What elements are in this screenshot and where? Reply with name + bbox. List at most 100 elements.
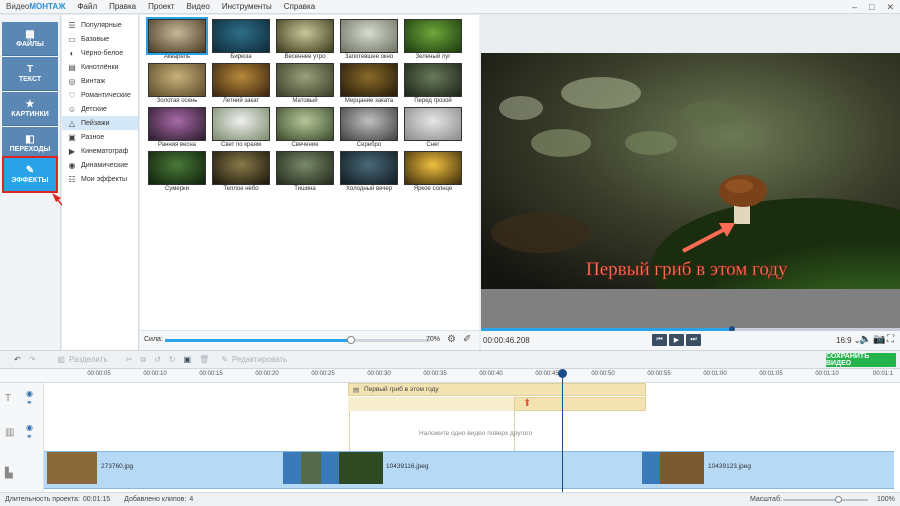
delete-icon[interactable]: 🗑	[199, 355, 209, 364]
zoom-handle[interactable]	[835, 496, 842, 503]
effect-label: Весеннее утро	[284, 54, 326, 60]
image-icon[interactable]: ▣	[184, 355, 192, 364]
edit-button[interactable]: ✎ Редактировать	[221, 355, 287, 364]
link-icon[interactable]: ⚭	[26, 398, 33, 407]
menu-edit[interactable]: Правка	[109, 2, 136, 11]
rotate-right-icon[interactable]: ↻	[169, 355, 176, 364]
category-label: Динамические	[81, 161, 129, 169]
effect-tile[interactable]: Свечение	[276, 107, 334, 151]
menu-file[interactable]: Файл	[77, 2, 97, 11]
maximize-button[interactable]: □	[869, 2, 874, 12]
effect-tile[interactable]: Теплое небо	[212, 151, 270, 195]
sticker-clip[interactable]: ⬆	[514, 397, 646, 411]
category-item[interactable]: ☰ Популярные	[62, 18, 138, 32]
strength-handle[interactable]	[346, 336, 355, 344]
category-item[interactable]: ◎ Винтаж	[62, 74, 138, 88]
apply-pin-icon[interactable]: ✐	[463, 334, 471, 345]
clip-thumb-1[interactable]	[47, 452, 97, 484]
undo-icon[interactable]: ↶	[14, 355, 21, 364]
menu-tools[interactable]: Инструменты	[222, 2, 272, 11]
text-clip-label: Первый гриб в этом году	[364, 386, 439, 393]
effect-tile[interactable]: Серебро	[340, 107, 398, 151]
cut-icon[interactable]: ✂	[126, 355, 133, 364]
effect-label: Акварель	[163, 54, 191, 60]
effect-tile[interactable]: Сумерки	[148, 151, 206, 195]
category-icon: ◉	[68, 160, 76, 170]
category-icon: ♡	[68, 90, 76, 100]
category-item[interactable]: ▣ Разное	[62, 130, 138, 144]
category-item[interactable]: ◉ Динамические	[62, 158, 138, 172]
menu-project[interactable]: Проект	[148, 2, 174, 11]
effect-tile[interactable]: Зеленый луг	[404, 19, 462, 63]
effect-tile[interactable]: Свет по краям	[212, 107, 270, 151]
prev-frame-icon[interactable]: ⏮	[652, 334, 667, 346]
play-icon[interactable]: ▶	[669, 334, 684, 346]
effect-tile[interactable]: Весеннее утро	[276, 19, 334, 63]
effect-thumbnail	[276, 19, 334, 53]
playhead[interactable]	[558, 369, 567, 492]
effect-tile[interactable]: Перед грозой	[404, 63, 462, 107]
effect-tile[interactable]: Летний закат	[212, 63, 270, 107]
volume-icon[interactable]: 🔈	[859, 334, 871, 345]
effect-tile[interactable]: Золотая осень	[148, 63, 206, 107]
strength-slider[interactable]	[165, 336, 430, 344]
category-item[interactable]: △ Пейзажи	[62, 116, 138, 130]
next-frame-icon[interactable]: ⏭	[686, 334, 701, 346]
effect-tile[interactable]: Ранняя весна	[148, 107, 206, 151]
category-item[interactable]: ☷ Мои эффекты	[62, 172, 138, 186]
effect-thumbnail	[276, 107, 334, 141]
category-label: Мои эффекты	[81, 175, 128, 183]
effect-tile[interactable]: Бирюза	[212, 19, 270, 63]
video-frame[interactable]: Первый гриб в этом году	[481, 53, 900, 289]
category-item[interactable]: ▤ Кинотлёнки	[62, 60, 138, 74]
crop-icon[interactable]: ⧉	[140, 355, 146, 365]
transition-thumb[interactable]	[283, 452, 301, 484]
clip-thumb-3[interactable]	[660, 452, 704, 484]
timeline-ruler[interactable]: 00:00:05 00:00:10 00:00:15 00:00:20 00:00:25…	[0, 369, 900, 383]
clip-thumb-2[interactable]	[339, 452, 383, 484]
transition-thumb[interactable]	[301, 452, 321, 484]
effect-tile[interactable]: Мерцание заката	[340, 63, 398, 107]
link-icon[interactable]: ⚭	[26, 432, 33, 441]
effect-label: Теплое небо	[223, 186, 259, 192]
text-clip[interactable]: ▤ Первый гриб в этом году	[348, 383, 646, 396]
minimize-button[interactable]: –	[852, 2, 857, 12]
zoom-slider[interactable]	[783, 496, 868, 503]
split-button[interactable]: ▥ Разделить	[57, 355, 107, 364]
effect-tile[interactable]: Холодный вечер	[340, 151, 398, 195]
effect-tile[interactable]: Тишина	[276, 151, 334, 195]
eye-icon[interactable]: ◉	[26, 389, 33, 398]
transition-thumb[interactable]	[642, 452, 660, 484]
effect-tile[interactable]: Снег	[404, 107, 462, 151]
category-item[interactable]: ☺ Детские	[62, 102, 138, 116]
category-item[interactable]: ▶ Кинематограф	[62, 144, 138, 158]
category-icon: ☷	[68, 174, 76, 184]
strength-value: 70%	[426, 336, 441, 343]
eye-icon[interactable]: ◉	[26, 423, 33, 432]
aspect-select[interactable]: 16:9 ⌄	[836, 336, 861, 345]
playhead-knob[interactable]	[558, 369, 567, 378]
snapshot-icon[interactable]: 📷	[873, 334, 885, 345]
settings-icon[interactable]: ⚙	[447, 334, 456, 345]
close-button[interactable]: ✕	[886, 2, 894, 13]
menu-help[interactable]: Справка	[284, 2, 315, 11]
effect-tile[interactable]: Матовый	[276, 63, 334, 107]
transition-thumb[interactable]	[321, 452, 339, 484]
rotate-left-icon[interactable]: ↺	[154, 355, 161, 364]
ruler-tick-label: 00:00:40	[479, 371, 503, 377]
menu-video[interactable]: Видео	[187, 2, 210, 11]
effect-tile[interactable]: Яркое солнце	[404, 151, 462, 195]
category-label: Популярные	[81, 21, 122, 29]
effect-categories: ☰ Популярные ▭ Базовые ◐ Чёрно-белое ▤ Кинотлён…	[62, 15, 139, 350]
video-track	[44, 451, 894, 489]
effect-thumbnail	[404, 107, 462, 141]
category-item[interactable]: ◐ Чёрно-белое	[62, 46, 138, 60]
effect-tile[interactable]: Запотевшее окно	[340, 19, 398, 63]
save-video-button[interactable]: СОХРАНИТЬ ВИДЕО	[826, 353, 896, 367]
effect-tile[interactable]: Акварель	[146, 17, 208, 63]
category-item[interactable]: ♡ Романтические	[62, 88, 138, 102]
fullscreen-icon[interactable]: ⛶	[887, 334, 894, 345]
category-item[interactable]: ▭ Базовые	[62, 32, 138, 46]
sidebar: ▦ ФАЙЛЫ T ТЕКСТ ★ КАРТИНКИ ◧ ПЕРЕХОДЫ ✎ …	[0, 15, 89, 350]
redo-icon[interactable]: ↷	[29, 355, 36, 364]
